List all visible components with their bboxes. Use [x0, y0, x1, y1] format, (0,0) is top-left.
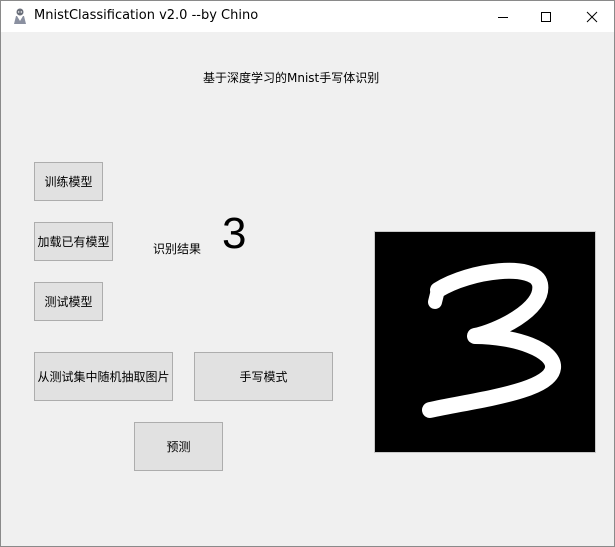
- result-label: 识别结果: [153, 242, 202, 256]
- close-icon: [586, 11, 598, 22]
- digit-image: [374, 231, 596, 453]
- maximize-button[interactable]: [523, 1, 569, 32]
- page-heading: 基于深度学习的Mnist手写体识别: [203, 71, 380, 85]
- predict-button[interactable]: 预测: [134, 422, 223, 471]
- handwrite-mode-button[interactable]: 手写模式: [194, 352, 333, 401]
- digit-stroke: [422, 262, 561, 418]
- minimize-icon: [498, 16, 508, 18]
- random-sample-button[interactable]: 从测试集中随机抽取图片: [34, 352, 173, 401]
- minimize-button[interactable]: [480, 1, 526, 32]
- test-model-button[interactable]: 测试模型: [34, 282, 103, 321]
- close-button[interactable]: [569, 1, 614, 32]
- app-window: MnistClassification v2.0 --by Chino 基于深度…: [0, 0, 615, 547]
- result-value: 3: [222, 209, 247, 258]
- train-model-button[interactable]: 训练模型: [34, 162, 103, 201]
- client-area: 基于深度学习的Mnist手写体识别 训练模型 加载已有模型 测试模型 从测试集中…: [1, 32, 614, 546]
- title-bar[interactable]: MnistClassification v2.0 --by Chino: [1, 1, 614, 32]
- load-model-button[interactable]: 加载已有模型: [34, 222, 113, 261]
- app-icon: [11, 7, 29, 25]
- maximize-icon: [541, 11, 551, 22]
- window-title: MnistClassification v2.0 --by Chino: [34, 8, 259, 23]
